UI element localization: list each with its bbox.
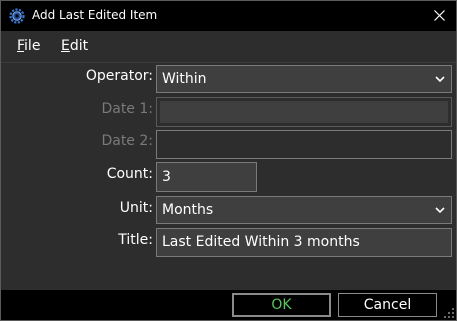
close-button[interactable]	[421, 1, 456, 31]
title-field[interactable]: Last Edited Within 3 months	[156, 228, 452, 257]
dialog-window: Add Last Edited Item File Edit Operator:…	[0, 0, 457, 321]
title-label: Title:	[118, 232, 153, 248]
gear-icon	[9, 8, 25, 24]
chevron-down-icon	[435, 76, 445, 83]
unit-select[interactable]: Months	[156, 196, 452, 224]
title-bar: Add Last Edited Item	[1, 1, 456, 31]
date1-input-area	[160, 101, 448, 123]
resize-grip-icon[interactable]	[444, 308, 454, 318]
date1-field[interactable]	[156, 97, 452, 127]
date1-label: Date 1:	[101, 101, 153, 117]
cancel-button[interactable]: Cancel	[338, 293, 437, 317]
title-value: Last Edited Within 3 months	[162, 234, 360, 250]
count-value: 3	[162, 169, 171, 185]
menu-bar: File Edit	[1, 31, 456, 63]
menu-edit-mnemonic: E	[61, 38, 70, 54]
operator-label: Operator:	[85, 68, 153, 84]
unit-value: Months	[162, 202, 214, 218]
operator-select[interactable]: Within	[156, 65, 452, 93]
chevron-down-icon	[435, 207, 445, 214]
count-field[interactable]: 3	[156, 162, 257, 192]
menu-file-label: ile	[24, 38, 41, 54]
menu-edit-label: dit	[69, 38, 89, 54]
date2-field[interactable]	[156, 130, 452, 159]
unit-label: Unit:	[119, 200, 153, 216]
menu-edit[interactable]: Edit	[61, 38, 88, 54]
operator-value: Within	[162, 71, 207, 87]
ok-button[interactable]: OK	[232, 293, 331, 317]
menu-file-mnemonic: F	[17, 38, 25, 54]
date2-label: Date 2:	[101, 133, 153, 149]
close-icon	[434, 10, 445, 21]
count-label: Count:	[106, 166, 153, 182]
window-title: Add Last Edited Item	[32, 8, 158, 22]
menu-file[interactable]: File	[17, 38, 40, 54]
